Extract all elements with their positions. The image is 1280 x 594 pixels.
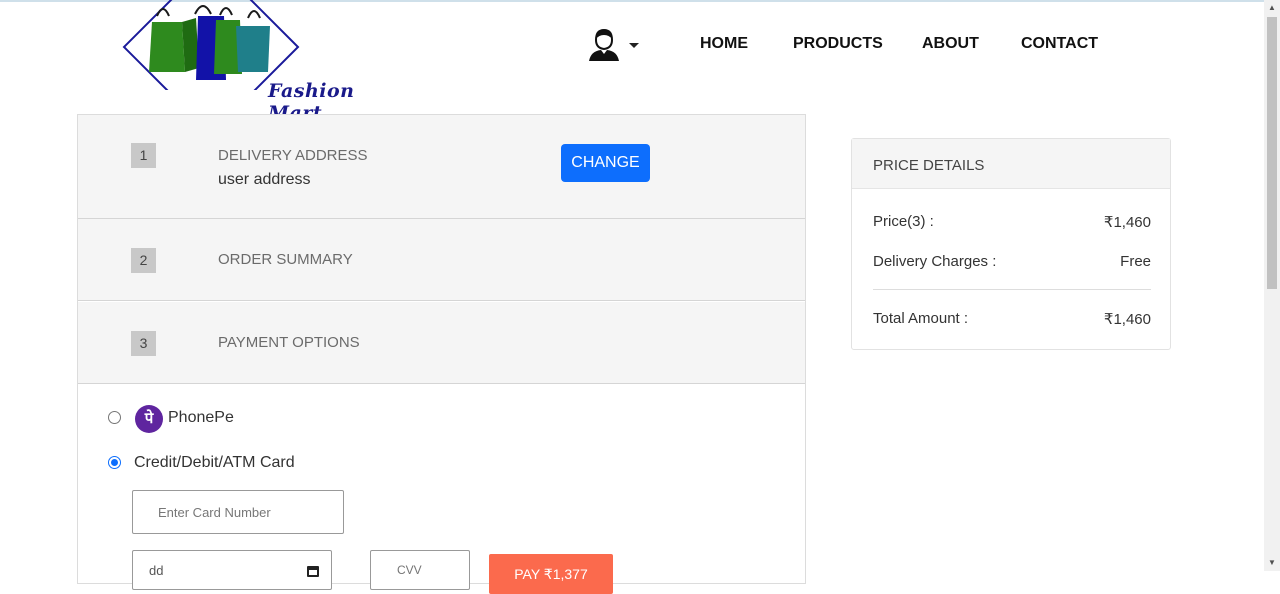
scroll-down-icon[interactable]: ▼ [1264,555,1280,571]
total-value: ₹1,460 [1103,311,1151,328]
card-number-input[interactable] [132,490,344,534]
step-number: 3 [131,331,156,356]
step-number: 2 [131,248,156,273]
chevron-down-icon [629,42,639,48]
step-title: ORDER SUMMARY [218,251,353,268]
price-row: Price(3) : ₹1,460 [873,213,1151,231]
card-option-label[interactable]: Credit/Debit/ATM Card [134,454,295,472]
nav-about-link[interactable]: ABOUT [922,35,979,53]
delivery-value: Free [1120,253,1151,270]
step-title: DELIVERY ADDRESS [218,147,368,164]
step-number: 1 [131,143,156,168]
delivery-address-value: user address [218,171,311,188]
page-scrollbar[interactable]: ▲ ▼ [1264,0,1280,571]
calendar-icon[interactable] [307,566,319,577]
card-radio[interactable] [108,456,121,469]
price-value: ₹1,460 [1103,214,1151,231]
phonepe-logo-icon: पे [135,405,163,433]
user-avatar-icon [589,28,619,61]
step-payment-options[interactable]: 3 PAYMENT OPTIONS [78,302,805,384]
price-details-heading: PRICE DETAILS [852,139,1170,189]
delivery-row: Delivery Charges : Free [873,253,1151,270]
price-details-card: PRICE DETAILS Price(3) : ₹1,460 Delivery… [851,138,1171,350]
total-label: Total Amount : [873,310,969,327]
cvv-input[interactable] [370,550,470,590]
checkout-steps: 1 DELIVERY ADDRESS user address CHANGE 2… [77,114,806,594]
nav-home-link[interactable]: HOME [700,35,748,53]
pay-button[interactable]: PAY ₹1,377 [489,554,613,594]
delivery-label: Delivery Charges : [873,253,997,270]
shopping-bags-icon [122,0,300,136]
phonepe-label[interactable]: PhonePe [168,409,234,427]
price-label: Price(3) : [873,213,934,230]
nav-contact-link[interactable]: CONTACT [1021,35,1098,53]
user-menu-dropdown[interactable] [587,28,642,62]
nav-products-link[interactable]: PRODUCTS [793,35,883,53]
scroll-up-icon[interactable]: ▲ [1264,0,1280,16]
phonepe-radio[interactable] [108,411,121,424]
expiry-date-input[interactable]: dd [132,550,332,590]
change-address-button[interactable]: CHANGE [561,144,650,182]
step-title: PAYMENT OPTIONS [218,334,360,351]
divider [873,289,1151,290]
scrollbar-thumb[interactable] [1267,17,1277,289]
total-row: Total Amount : ₹1,460 [873,310,1151,328]
step-delivery-address: 1 DELIVERY ADDRESS user address CHANGE [78,115,805,219]
brand-logo[interactable]: Fashion Mart [120,0,354,136]
step-order-summary[interactable]: 2 ORDER SUMMARY [78,219,805,301]
